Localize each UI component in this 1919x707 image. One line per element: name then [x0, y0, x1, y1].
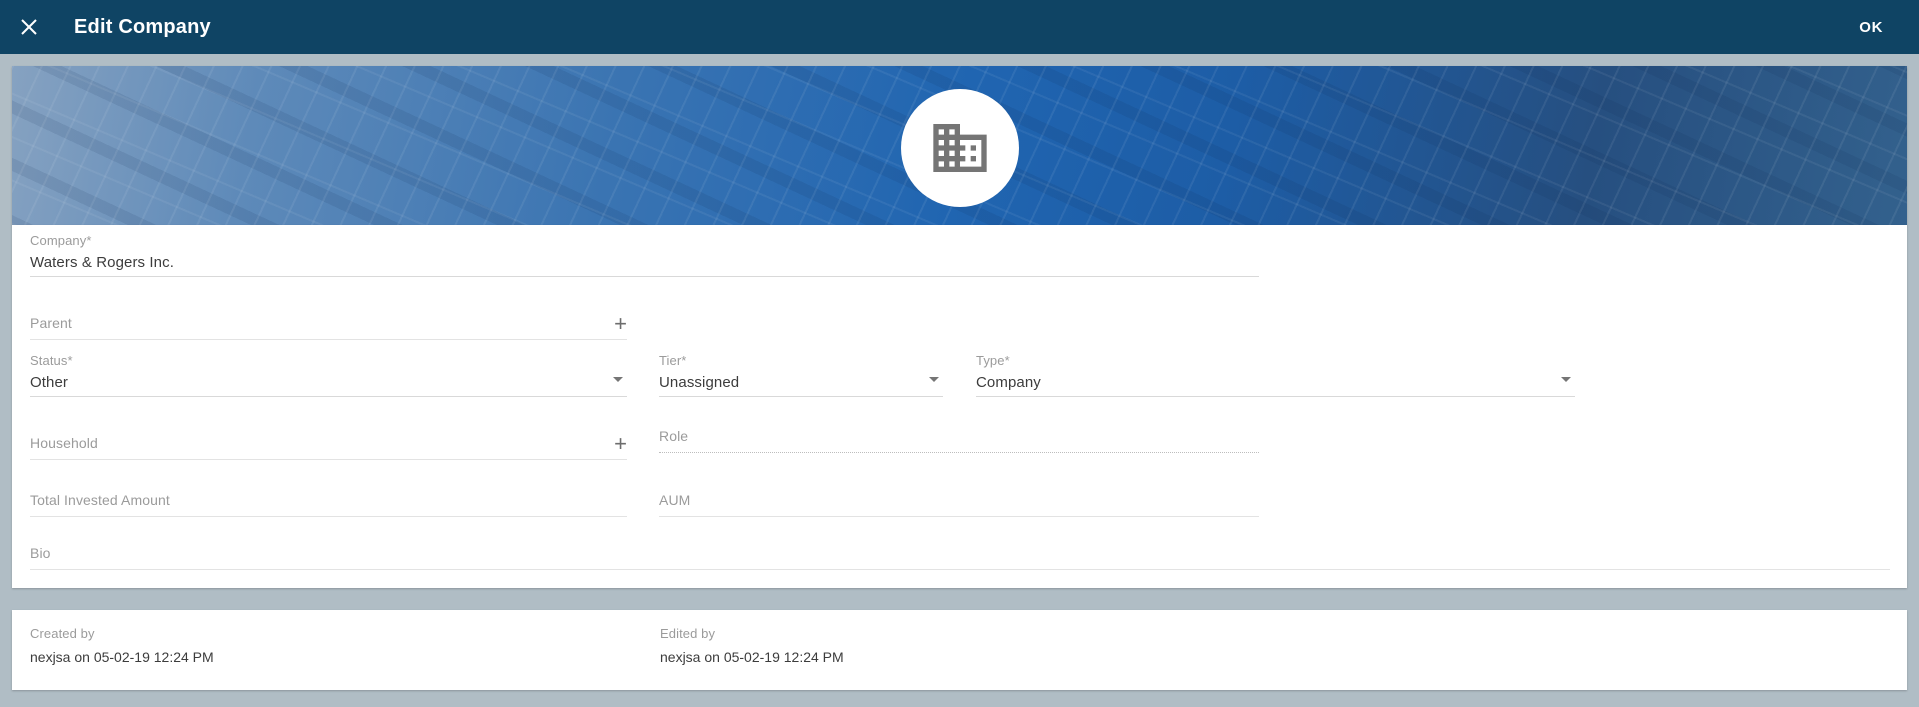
company-banner — [12, 66, 1907, 225]
add-household-icon[interactable]: + — [614, 434, 627, 454]
status-label: Status* — [30, 353, 627, 368]
edited-by-label: Edited by — [660, 626, 844, 641]
aum-field[interactable]: AUM — [659, 486, 1259, 517]
tier-select[interactable]: Tier* Unassigned — [659, 353, 943, 397]
status-select[interactable]: Status* Other — [30, 353, 627, 397]
created-by-value: nexjsa on 05-02-19 12:24 PM — [30, 649, 214, 665]
total-invested-amount-label: Total Invested Amount — [30, 492, 170, 508]
parent-label: Parent — [30, 315, 72, 331]
bio-label: Bio — [30, 545, 51, 561]
role-field: Role — [659, 428, 1259, 453]
tier-value: Unassigned — [659, 374, 943, 391]
add-parent-icon[interactable]: + — [614, 314, 627, 334]
role-label: Role — [659, 428, 1259, 444]
total-invested-amount-field[interactable]: Total Invested Amount — [30, 486, 627, 517]
tier-label: Tier* — [659, 353, 943, 368]
type-value: Company — [976, 374, 1575, 391]
edited-by: Edited by nexjsa on 05-02-19 12:24 PM — [660, 626, 844, 665]
company-label: Company* — [30, 233, 1259, 248]
chevron-down-icon[interactable] — [1561, 377, 1571, 382]
edited-by-value: nexjsa on 05-02-19 12:24 PM — [660, 649, 844, 665]
close-icon[interactable] — [14, 12, 44, 42]
chevron-down-icon[interactable] — [613, 377, 623, 382]
edit-company-dialog: Edit Company OK Company* Waters & Rogers… — [0, 0, 1919, 707]
chevron-down-icon[interactable] — [929, 377, 939, 382]
dialog-header: Edit Company OK — [0, 0, 1919, 54]
company-field[interactable]: Company* Waters & Rogers Inc. — [30, 233, 1259, 277]
created-by: Created by nexjsa on 05-02-19 12:24 PM — [30, 626, 214, 665]
created-by-label: Created by — [30, 626, 214, 641]
audit-footer: Created by nexjsa on 05-02-19 12:24 PM E… — [12, 610, 1907, 690]
type-label: Type* — [976, 353, 1575, 368]
ok-button[interactable]: OK — [1853, 11, 1889, 44]
household-field[interactable]: Household + — [30, 429, 627, 460]
type-select[interactable]: Type* Company — [976, 353, 1575, 397]
company-avatar[interactable] — [901, 89, 1019, 207]
status-value: Other — [30, 374, 627, 391]
dialog-title: Edit Company — [74, 16, 211, 39]
company-form: Company* Waters & Rogers Inc. Parent + S… — [12, 225, 1907, 588]
household-label: Household — [30, 435, 98, 451]
company-input[interactable]: Waters & Rogers Inc. — [30, 254, 1259, 271]
aum-label: AUM — [659, 492, 690, 508]
bio-field[interactable]: Bio — [30, 539, 1890, 570]
parent-field[interactable]: Parent + — [30, 309, 627, 340]
building-icon — [928, 116, 992, 180]
